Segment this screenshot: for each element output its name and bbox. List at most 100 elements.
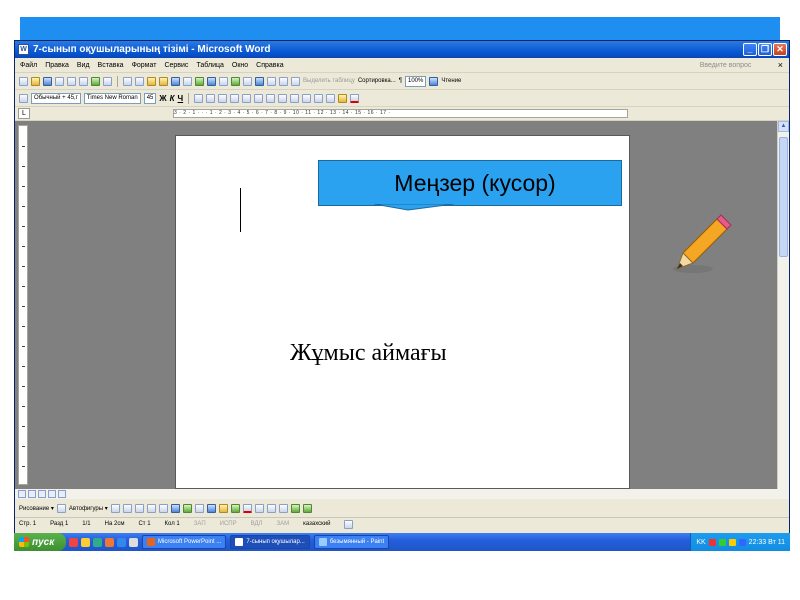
spelling-status-icon[interactable]	[344, 519, 354, 529]
select-objects-icon[interactable]	[56, 503, 66, 513]
sort-descending-icon[interactable]	[291, 76, 300, 86]
new-document-icon[interactable]	[19, 76, 28, 86]
decrease-indent-icon[interactable]	[278, 93, 288, 103]
tables-borders-icon[interactable]	[207, 76, 216, 86]
dash-style-icon[interactable]	[266, 503, 276, 513]
borders-icon[interactable]	[326, 93, 336, 103]
vertical-scrollbar[interactable]: ▲	[777, 121, 789, 489]
subscript-icon[interactable]	[302, 93, 312, 103]
task-word[interactable]: 7-сынып оқушылар...	[230, 535, 310, 549]
menu-help[interactable]: Справка	[256, 62, 283, 69]
normal-view-button[interactable]	[18, 490, 26, 498]
picture-icon[interactable]	[206, 503, 216, 513]
diagram-icon[interactable]	[182, 503, 192, 513]
tray-app-icon[interactable]	[738, 538, 746, 546]
redo-icon[interactable]	[183, 76, 192, 86]
menu-file[interactable]: Файл	[20, 62, 37, 69]
close-document-button[interactable]: ×	[778, 60, 783, 70]
justify-icon[interactable]	[230, 93, 240, 103]
status-ext[interactable]: ВДЛ	[251, 521, 263, 527]
wordart-icon[interactable]	[170, 503, 180, 513]
zoom-select[interactable]: 100%	[405, 75, 427, 87]
tray-antivirus-icon[interactable]	[708, 538, 716, 546]
shadow-icon[interactable]	[290, 503, 300, 513]
research-icon[interactable]	[103, 76, 112, 86]
task-paint[interactable]: безымянный - Paint	[313, 535, 390, 549]
reading-view-button[interactable]	[58, 490, 66, 498]
menu-window[interactable]: Окно	[232, 62, 248, 69]
font-select[interactable]: Times New Roman	[83, 92, 141, 104]
status-trk[interactable]: ИСПР	[220, 521, 237, 527]
quicklaunch-browser-icon[interactable]	[117, 537, 126, 547]
arrow-icon[interactable]	[122, 503, 132, 513]
undo-icon[interactable]	[171, 76, 180, 86]
quicklaunch-powerpoint-icon[interactable]	[105, 537, 114, 547]
insert-excel-icon[interactable]	[231, 76, 240, 86]
autoshapes-button[interactable]: Автофигуры ▾	[69, 505, 108, 512]
help-question-input[interactable]: Введите вопрос	[700, 62, 770, 69]
scroll-thumb[interactable]	[779, 137, 788, 257]
close-button[interactable]: ✕	[773, 43, 787, 56]
horizontal-ruler[interactable]: 3 · 2 · 1 · · · 1 · 2 · 3 · 4 · 5 · 6 · …	[173, 109, 628, 118]
menu-edit[interactable]: Правка	[45, 62, 69, 69]
permission-icon[interactable]	[55, 76, 64, 86]
sort-ascending-icon[interactable]	[279, 76, 288, 86]
status-rec[interactable]: ЗАП	[194, 521, 206, 527]
status-ovr[interactable]: ЗАМ	[276, 521, 289, 527]
quicklaunch-desktop-icon[interactable]	[129, 537, 138, 547]
rectangle-icon[interactable]	[134, 503, 144, 513]
styles-pane-icon[interactable]	[19, 93, 28, 103]
tab-selector[interactable]: L	[18, 108, 30, 119]
print-icon[interactable]	[67, 76, 76, 86]
web-view-button[interactable]	[28, 490, 36, 498]
reading-mode-button[interactable]: Чтение	[441, 78, 461, 84]
menu-format[interactable]: Формат	[132, 62, 157, 69]
minimize-button[interactable]: _	[743, 43, 757, 56]
font-color-icon[interactable]	[350, 93, 360, 103]
underline-button[interactable]: Ч	[178, 94, 184, 103]
show-hide-marks-button[interactable]: ¶	[399, 78, 402, 84]
line-color-icon[interactable]	[230, 503, 240, 513]
menu-tools[interactable]: Сервис	[164, 62, 188, 69]
hyperlink-icon[interactable]	[195, 76, 204, 86]
sort-button[interactable]: Сортировка...	[358, 78, 396, 84]
arrow-style-icon[interactable]	[278, 503, 288, 513]
menu-view[interactable]: Вид	[77, 62, 90, 69]
word-app-icon[interactable]: W	[18, 44, 29, 55]
oval-icon[interactable]	[146, 503, 156, 513]
start-button[interactable]: пуск	[14, 533, 66, 551]
tray-network-icon[interactable]	[718, 538, 726, 546]
clipart-icon[interactable]	[194, 503, 204, 513]
superscript-icon[interactable]	[314, 93, 324, 103]
open-folder-icon[interactable]	[31, 76, 40, 86]
fill-color-icon[interactable]	[218, 503, 228, 513]
task-powerpoint[interactable]: Microsoft PowerPoint ...	[142, 535, 227, 549]
tray-volume-icon[interactable]	[728, 538, 736, 546]
textbox-icon[interactable]	[158, 503, 168, 513]
line-style-icon[interactable]	[254, 503, 264, 513]
bold-button[interactable]: Ж	[159, 94, 166, 103]
align-center-icon[interactable]	[206, 93, 216, 103]
quicklaunch-app-icon[interactable]	[69, 537, 78, 547]
highlight-icon[interactable]	[338, 93, 348, 103]
columns-icon[interactable]	[243, 76, 252, 86]
outline-view-button[interactable]	[48, 490, 56, 498]
maximize-button[interactable]: ❐	[758, 43, 772, 56]
print-preview-icon[interactable]	[79, 76, 88, 86]
3d-icon[interactable]	[302, 503, 312, 513]
line-icon[interactable]	[110, 503, 120, 513]
italic-button[interactable]: К	[170, 94, 175, 103]
format-painter-icon[interactable]	[159, 76, 168, 86]
print-view-button[interactable]	[38, 490, 46, 498]
style-select[interactable]: Обычный + 45,г	[31, 92, 81, 104]
bullets-icon[interactable]	[266, 93, 276, 103]
cut-icon[interactable]	[123, 76, 132, 86]
select-table-label[interactable]: Выделить таблицу	[303, 78, 355, 84]
menu-table[interactable]: Таблица	[196, 62, 223, 69]
draw-font-color-icon[interactable]	[242, 503, 252, 513]
insert-table-icon[interactable]	[219, 76, 228, 86]
align-left-icon[interactable]	[194, 93, 204, 103]
increase-indent-icon[interactable]	[290, 93, 300, 103]
vertical-ruler[interactable]	[18, 125, 28, 485]
document-map-icon[interactable]	[267, 76, 276, 86]
